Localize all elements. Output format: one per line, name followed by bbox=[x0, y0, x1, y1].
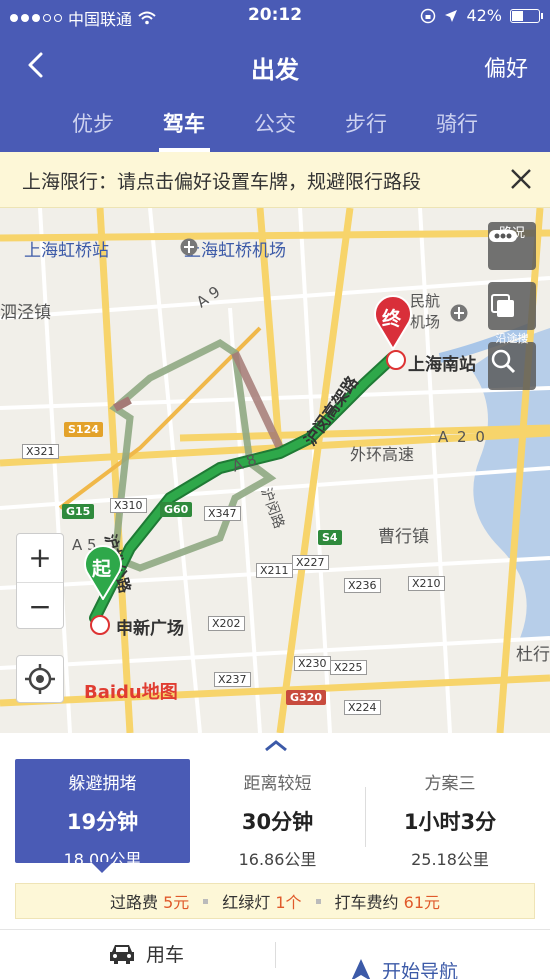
route-panel: 躲避拥堵 19分钟 18.00公里 距离较短 30分钟 16.86公里 方案三 … bbox=[0, 733, 550, 979]
restriction-notice[interactable]: 上海限行：请点击偏好设置车牌，规避限行路段 bbox=[0, 152, 550, 208]
nav-bar: 出发 偏好 bbox=[0, 36, 550, 96]
locate-icon bbox=[25, 664, 55, 694]
lights-label: 红绿灯 bbox=[222, 893, 271, 912]
separator bbox=[315, 898, 321, 904]
car-icon bbox=[110, 944, 134, 964]
road-x224: X224 bbox=[344, 700, 381, 715]
along-search-label: 沿途搜 bbox=[495, 332, 529, 345]
place-shenxin: 申新广场 bbox=[116, 619, 184, 639]
baidu-logo: Baidu地图 bbox=[84, 682, 178, 703]
traffic-button[interactable]: 路况 bbox=[488, 222, 536, 270]
navigate-label: 开始导航 bbox=[382, 960, 459, 979]
tab-uber[interactable]: 优步 bbox=[48, 100, 139, 152]
road-x321: X321 bbox=[22, 444, 59, 459]
zoom-out-button[interactable]: − bbox=[17, 582, 63, 630]
plan-distance: 18.00公里 bbox=[63, 850, 142, 869]
toll-summary: 过路费 5元 bbox=[110, 889, 189, 913]
car-label: 用车 bbox=[146, 944, 185, 966]
plan-avoid-congestion[interactable]: 躲避拥堵 19分钟 18.00公里 bbox=[15, 759, 190, 873]
lights-summary: 红绿灯 1个 bbox=[222, 889, 301, 913]
page-title: 出发 bbox=[251, 56, 299, 84]
road-a20: A 2 0 bbox=[438, 428, 487, 446]
locate-button[interactable] bbox=[16, 655, 64, 703]
place-sijing: 泗泾镇 bbox=[0, 303, 51, 323]
plan-three[interactable]: 方案三 1小时3分 25.18公里 bbox=[365, 759, 535, 869]
close-icon[interactable] bbox=[508, 166, 534, 192]
battery-percent: 42% bbox=[466, 6, 502, 25]
notice-text: 上海限行：请点击偏好设置车牌，规避限行路段 bbox=[22, 171, 422, 193]
separator bbox=[203, 898, 209, 904]
map-view[interactable]: 上海虹桥站 上海虹桥机场 泗泾镇 民航 机场 上海南站 曹行镇 杜行 申新广场 … bbox=[0, 208, 550, 733]
plan-name: 距离较短 bbox=[243, 774, 312, 794]
battery-icon bbox=[510, 8, 543, 23]
plan-name: 躲避拥堵 bbox=[68, 774, 137, 794]
divider bbox=[275, 942, 276, 968]
traffic-icon bbox=[489, 230, 517, 242]
tab-transit[interactable]: 公交 bbox=[230, 100, 321, 152]
plan-distance: 16.86公里 bbox=[238, 850, 317, 869]
layers-icon bbox=[491, 294, 514, 317]
road-s4: S4 bbox=[318, 530, 342, 545]
toll-label: 过路费 bbox=[109, 893, 158, 912]
place-minhang-airport: 民航 机场 bbox=[410, 292, 441, 331]
airport-icon bbox=[180, 238, 198, 256]
taxi-summary: 打车费约 61元 bbox=[335, 889, 440, 913]
tab-walk[interactable]: 步行 bbox=[321, 100, 412, 152]
map-canvas bbox=[0, 208, 550, 733]
road-x225: X225 bbox=[330, 660, 367, 675]
preference-button[interactable]: 偏好 bbox=[484, 51, 528, 83]
tab-drive[interactable]: 驾车 bbox=[139, 100, 230, 152]
end-marker-label: 终 bbox=[382, 308, 402, 330]
road-x211: X211 bbox=[256, 563, 293, 578]
road-g320: G320 bbox=[286, 690, 326, 705]
place-hongqiao-station: 上海虹桥站 bbox=[24, 241, 109, 261]
road-outer-ring: 外环高速 bbox=[350, 445, 415, 464]
toll-value: 5元 bbox=[163, 893, 190, 912]
road-x210: X210 bbox=[408, 576, 445, 591]
taxi-value: 61元 bbox=[403, 893, 441, 912]
route-plans: 躲避拥堵 19分钟 18.00公里 距离较短 30分钟 16.86公里 方案三 … bbox=[15, 759, 535, 873]
lock-rotation-icon bbox=[421, 8, 436, 23]
navigation-arrow-icon bbox=[351, 959, 371, 979]
route-summary: 过路费 5元 红绿灯 1个 打车费约 61元 bbox=[15, 883, 535, 919]
place-duhang: 杜行 bbox=[516, 645, 550, 665]
zoom-controls: + − bbox=[16, 533, 64, 629]
layers-button[interactable] bbox=[488, 282, 536, 330]
place-caohang: 曹行镇 bbox=[378, 527, 429, 547]
road-g15: G15 bbox=[62, 504, 95, 519]
zoom-in-button[interactable]: + bbox=[17, 534, 63, 582]
taxi-label: 打车费约 bbox=[334, 893, 399, 912]
status-bar: 中国联通 20:12 42% bbox=[0, 0, 550, 32]
car-button[interactable]: 用车 bbox=[108, 940, 184, 967]
road-x202: X202 bbox=[208, 616, 245, 631]
road-x236: X236 bbox=[344, 578, 381, 593]
plan-duration: 30分钟 bbox=[241, 810, 314, 834]
top-bar: 中国联通 20:12 42% 出发 偏好 优步 驾车 公交 步行 骑行 bbox=[0, 0, 550, 152]
road-x230: X230 bbox=[294, 656, 331, 671]
chevron-up-icon[interactable] bbox=[263, 739, 289, 753]
action-bar: 用车 开始导航 bbox=[0, 929, 550, 979]
plan-shortest[interactable]: 距离较短 30分钟 16.86公里 bbox=[190, 759, 365, 869]
road-s124: S124 bbox=[64, 422, 103, 437]
plan-duration: 19分钟 bbox=[66, 810, 139, 834]
road-x237: X237 bbox=[214, 672, 251, 687]
lights-value: 1个 bbox=[275, 893, 302, 912]
along-search-button[interactable]: 沿途搜 bbox=[488, 332, 536, 390]
road-x347: X347 bbox=[204, 506, 241, 521]
plan-duration: 1小时3分 bbox=[403, 810, 497, 834]
plan-name: 方案三 bbox=[424, 774, 476, 794]
place-shanghai-south: 上海南站 bbox=[408, 355, 476, 375]
road-g60: G60 bbox=[160, 502, 193, 517]
plan-distance: 25.18公里 bbox=[411, 850, 489, 869]
search-icon bbox=[491, 349, 516, 374]
location-arrow-icon bbox=[445, 9, 458, 22]
transport-tabs: 优步 驾车 公交 步行 骑行 bbox=[0, 100, 550, 152]
start-marker-label: 起 bbox=[92, 558, 112, 580]
tab-bike[interactable]: 骑行 bbox=[412, 100, 503, 152]
road-x227: X227 bbox=[292, 555, 329, 570]
road-x310: X310 bbox=[110, 498, 147, 513]
start-navigation-button[interactable]: 开始导航 bbox=[350, 940, 550, 979]
airport-icon bbox=[450, 304, 468, 322]
place-hongqiao-airport: 上海虹桥机场 bbox=[184, 241, 286, 261]
